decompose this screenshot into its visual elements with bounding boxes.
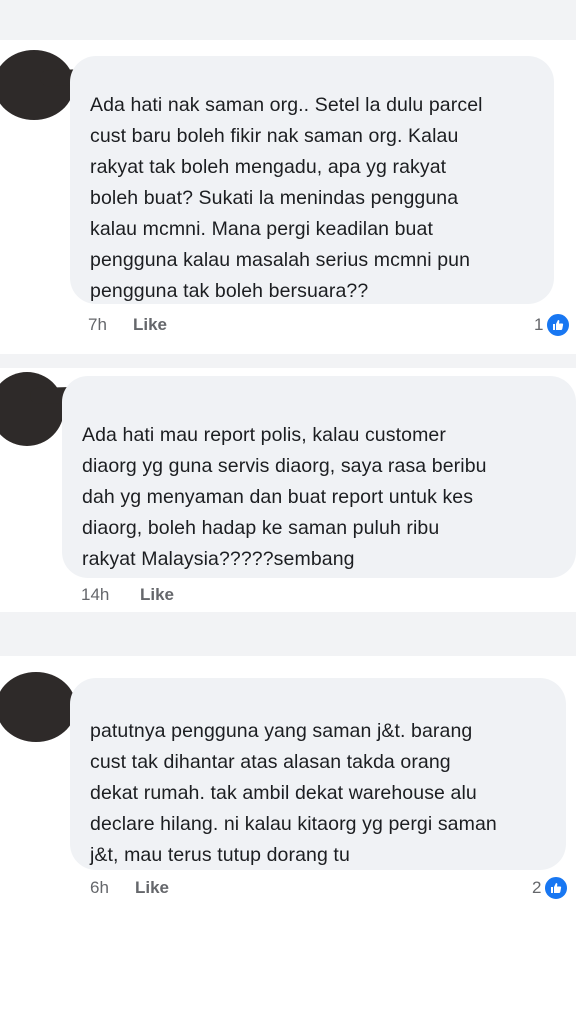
comment-time[interactable]: 6h xyxy=(90,878,109,898)
comment-text: Ada hati mau report polis, kalau custome… xyxy=(82,424,487,570)
like-button[interactable]: Like xyxy=(135,878,169,898)
comment-time[interactable]: 14h xyxy=(81,585,109,605)
like-button[interactable]: Like xyxy=(133,315,167,335)
comment-bubble: Ada hati mau report polis, kalau custome… xyxy=(62,376,576,578)
like-button[interactable]: Like xyxy=(140,585,174,605)
separator xyxy=(0,354,576,368)
comment-bubble: Ada hati nak saman org.. Setel la dulu p… xyxy=(70,56,554,304)
reaction-count[interactable]: 2 xyxy=(532,875,570,901)
comment-3: patutnya pengguna yang saman j&t. barang… xyxy=(0,656,576,910)
comment-text: patutnya pengguna yang saman j&t. barang… xyxy=(90,720,497,866)
avatar[interactable] xyxy=(0,372,64,446)
bottom-separator xyxy=(0,910,576,1024)
comment-time[interactable]: 7h xyxy=(88,315,107,335)
thumbs-up-icon xyxy=(545,312,572,338)
comment-bubble: patutnya pengguna yang saman j&t. barang… xyxy=(70,678,566,870)
top-separator xyxy=(0,0,576,40)
avatar[interactable] xyxy=(0,672,76,742)
comment-2: Ada hati mau report polis, kalau custome… xyxy=(0,368,576,612)
reaction-count[interactable]: 1 xyxy=(534,312,572,338)
reaction-count-text: 2 xyxy=(532,878,542,897)
comment-1: Ada hati nak saman org.. Setel la dulu p… xyxy=(0,40,576,354)
thumbs-up-icon xyxy=(543,875,570,901)
reaction-count-text: 1 xyxy=(534,315,544,334)
separator xyxy=(0,612,576,656)
comment-text: Ada hati nak saman org.. Setel la dulu p… xyxy=(90,94,483,302)
